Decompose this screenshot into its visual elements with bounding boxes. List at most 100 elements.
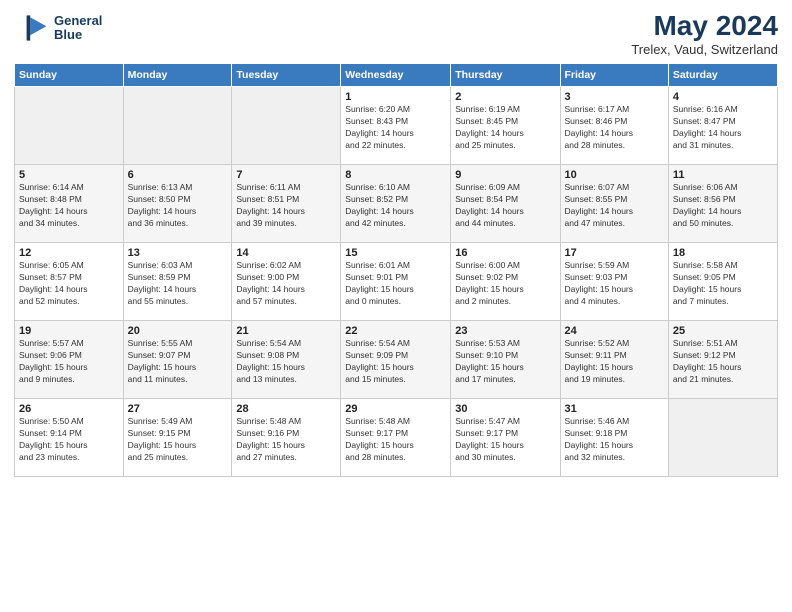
table-cell: 24Sunrise: 5:52 AM Sunset: 9:11 PM Dayli… bbox=[560, 321, 668, 399]
day-number: 14 bbox=[236, 247, 336, 259]
table-cell: 3Sunrise: 6:17 AM Sunset: 8:46 PM Daylig… bbox=[560, 87, 668, 165]
day-info: Sunrise: 5:54 AM Sunset: 9:08 PM Dayligh… bbox=[236, 338, 336, 386]
day-number: 22 bbox=[345, 325, 446, 337]
week-row-2: 5Sunrise: 6:14 AM Sunset: 8:48 PM Daylig… bbox=[15, 165, 778, 243]
table-cell: 9Sunrise: 6:09 AM Sunset: 8:54 PM Daylig… bbox=[451, 165, 560, 243]
table-cell: 8Sunrise: 6:10 AM Sunset: 8:52 PM Daylig… bbox=[341, 165, 451, 243]
day-info: Sunrise: 6:01 AM Sunset: 9:01 PM Dayligh… bbox=[345, 260, 446, 308]
week-row-4: 19Sunrise: 5:57 AM Sunset: 9:06 PM Dayli… bbox=[15, 321, 778, 399]
day-info: Sunrise: 6:14 AM Sunset: 8:48 PM Dayligh… bbox=[19, 182, 119, 230]
day-number: 15 bbox=[345, 247, 446, 259]
day-number: 12 bbox=[19, 247, 119, 259]
day-info: Sunrise: 5:51 AM Sunset: 9:12 PM Dayligh… bbox=[673, 338, 773, 386]
table-cell: 22Sunrise: 5:54 AM Sunset: 9:09 PM Dayli… bbox=[341, 321, 451, 399]
day-number: 6 bbox=[128, 169, 228, 181]
day-info: Sunrise: 5:49 AM Sunset: 9:15 PM Dayligh… bbox=[128, 416, 228, 464]
col-thursday: Thursday bbox=[451, 64, 560, 87]
table-cell bbox=[15, 87, 124, 165]
table-cell: 30Sunrise: 5:47 AM Sunset: 9:17 PM Dayli… bbox=[451, 399, 560, 477]
day-number: 5 bbox=[19, 169, 119, 181]
day-number: 11 bbox=[673, 169, 773, 181]
day-info: Sunrise: 6:02 AM Sunset: 9:00 PM Dayligh… bbox=[236, 260, 336, 308]
day-number: 4 bbox=[673, 91, 773, 103]
table-cell: 31Sunrise: 5:46 AM Sunset: 9:18 PM Dayli… bbox=[560, 399, 668, 477]
day-info: Sunrise: 5:52 AM Sunset: 9:11 PM Dayligh… bbox=[565, 338, 664, 386]
day-info: Sunrise: 5:47 AM Sunset: 9:17 PM Dayligh… bbox=[455, 416, 555, 464]
day-info: Sunrise: 5:50 AM Sunset: 9:14 PM Dayligh… bbox=[19, 416, 119, 464]
col-friday: Friday bbox=[560, 64, 668, 87]
day-info: Sunrise: 6:09 AM Sunset: 8:54 PM Dayligh… bbox=[455, 182, 555, 230]
header: General Blue May 2024 Trelex, Vaud, Swit… bbox=[14, 10, 778, 57]
logo-icon bbox=[14, 10, 50, 46]
day-number: 23 bbox=[455, 325, 555, 337]
table-cell: 26Sunrise: 5:50 AM Sunset: 9:14 PM Dayli… bbox=[15, 399, 124, 477]
table-cell: 15Sunrise: 6:01 AM Sunset: 9:01 PM Dayli… bbox=[341, 243, 451, 321]
day-info: Sunrise: 6:11 AM Sunset: 8:51 PM Dayligh… bbox=[236, 182, 336, 230]
week-row-5: 26Sunrise: 5:50 AM Sunset: 9:14 PM Dayli… bbox=[15, 399, 778, 477]
week-row-1: 1Sunrise: 6:20 AM Sunset: 8:43 PM Daylig… bbox=[15, 87, 778, 165]
day-info: Sunrise: 5:55 AM Sunset: 9:07 PM Dayligh… bbox=[128, 338, 228, 386]
day-number: 2 bbox=[455, 91, 555, 103]
table-cell: 1Sunrise: 6:20 AM Sunset: 8:43 PM Daylig… bbox=[341, 87, 451, 165]
table-cell bbox=[668, 399, 777, 477]
day-number: 8 bbox=[345, 169, 446, 181]
day-number: 29 bbox=[345, 403, 446, 415]
day-number: 31 bbox=[565, 403, 664, 415]
day-number: 27 bbox=[128, 403, 228, 415]
day-info: Sunrise: 6:13 AM Sunset: 8:50 PM Dayligh… bbox=[128, 182, 228, 230]
table-cell: 13Sunrise: 6:03 AM Sunset: 8:59 PM Dayli… bbox=[123, 243, 232, 321]
day-number: 10 bbox=[565, 169, 664, 181]
table-cell: 28Sunrise: 5:48 AM Sunset: 9:16 PM Dayli… bbox=[232, 399, 341, 477]
day-info: Sunrise: 6:20 AM Sunset: 8:43 PM Dayligh… bbox=[345, 104, 446, 152]
table-cell: 21Sunrise: 5:54 AM Sunset: 9:08 PM Dayli… bbox=[232, 321, 341, 399]
day-info: Sunrise: 6:05 AM Sunset: 8:57 PM Dayligh… bbox=[19, 260, 119, 308]
day-number: 19 bbox=[19, 325, 119, 337]
week-row-3: 12Sunrise: 6:05 AM Sunset: 8:57 PM Dayli… bbox=[15, 243, 778, 321]
page: General Blue May 2024 Trelex, Vaud, Swit… bbox=[0, 0, 792, 612]
table-cell: 19Sunrise: 5:57 AM Sunset: 9:06 PM Dayli… bbox=[15, 321, 124, 399]
table-cell: 2Sunrise: 6:19 AM Sunset: 8:45 PM Daylig… bbox=[451, 87, 560, 165]
table-cell: 7Sunrise: 6:11 AM Sunset: 8:51 PM Daylig… bbox=[232, 165, 341, 243]
day-info: Sunrise: 6:00 AM Sunset: 9:02 PM Dayligh… bbox=[455, 260, 555, 308]
title-block: May 2024 Trelex, Vaud, Switzerland bbox=[631, 10, 778, 57]
day-number: 13 bbox=[128, 247, 228, 259]
col-monday: Monday bbox=[123, 64, 232, 87]
main-title: May 2024 bbox=[631, 10, 778, 42]
day-info: Sunrise: 5:46 AM Sunset: 9:18 PM Dayligh… bbox=[565, 416, 664, 464]
logo: General Blue bbox=[14, 10, 102, 46]
table-cell: 12Sunrise: 6:05 AM Sunset: 8:57 PM Dayli… bbox=[15, 243, 124, 321]
col-tuesday: Tuesday bbox=[232, 64, 341, 87]
table-cell: 27Sunrise: 5:49 AM Sunset: 9:15 PM Dayli… bbox=[123, 399, 232, 477]
table-cell: 29Sunrise: 5:48 AM Sunset: 9:17 PM Dayli… bbox=[341, 399, 451, 477]
day-number: 16 bbox=[455, 247, 555, 259]
table-cell: 10Sunrise: 6:07 AM Sunset: 8:55 PM Dayli… bbox=[560, 165, 668, 243]
day-info: Sunrise: 5:48 AM Sunset: 9:16 PM Dayligh… bbox=[236, 416, 336, 464]
day-number: 20 bbox=[128, 325, 228, 337]
day-number: 26 bbox=[19, 403, 119, 415]
day-info: Sunrise: 5:54 AM Sunset: 9:09 PM Dayligh… bbox=[345, 338, 446, 386]
table-cell: 5Sunrise: 6:14 AM Sunset: 8:48 PM Daylig… bbox=[15, 165, 124, 243]
day-number: 7 bbox=[236, 169, 336, 181]
col-saturday: Saturday bbox=[668, 64, 777, 87]
table-cell bbox=[123, 87, 232, 165]
day-info: Sunrise: 6:16 AM Sunset: 8:47 PM Dayligh… bbox=[673, 104, 773, 152]
day-number: 3 bbox=[565, 91, 664, 103]
day-number: 9 bbox=[455, 169, 555, 181]
table-cell: 23Sunrise: 5:53 AM Sunset: 9:10 PM Dayli… bbox=[451, 321, 560, 399]
day-info: Sunrise: 5:48 AM Sunset: 9:17 PM Dayligh… bbox=[345, 416, 446, 464]
day-number: 24 bbox=[565, 325, 664, 337]
logo-text: General Blue bbox=[54, 14, 102, 43]
day-info: Sunrise: 6:03 AM Sunset: 8:59 PM Dayligh… bbox=[128, 260, 228, 308]
day-info: Sunrise: 6:19 AM Sunset: 8:45 PM Dayligh… bbox=[455, 104, 555, 152]
day-number: 17 bbox=[565, 247, 664, 259]
day-number: 30 bbox=[455, 403, 555, 415]
table-cell: 17Sunrise: 5:59 AM Sunset: 9:03 PM Dayli… bbox=[560, 243, 668, 321]
day-info: Sunrise: 5:57 AM Sunset: 9:06 PM Dayligh… bbox=[19, 338, 119, 386]
table-cell: 14Sunrise: 6:02 AM Sunset: 9:00 PM Dayli… bbox=[232, 243, 341, 321]
day-info: Sunrise: 5:53 AM Sunset: 9:10 PM Dayligh… bbox=[455, 338, 555, 386]
day-number: 1 bbox=[345, 91, 446, 103]
table-cell: 11Sunrise: 6:06 AM Sunset: 8:56 PM Dayli… bbox=[668, 165, 777, 243]
day-info: Sunrise: 6:17 AM Sunset: 8:46 PM Dayligh… bbox=[565, 104, 664, 152]
col-sunday: Sunday bbox=[15, 64, 124, 87]
table-cell: 20Sunrise: 5:55 AM Sunset: 9:07 PM Dayli… bbox=[123, 321, 232, 399]
